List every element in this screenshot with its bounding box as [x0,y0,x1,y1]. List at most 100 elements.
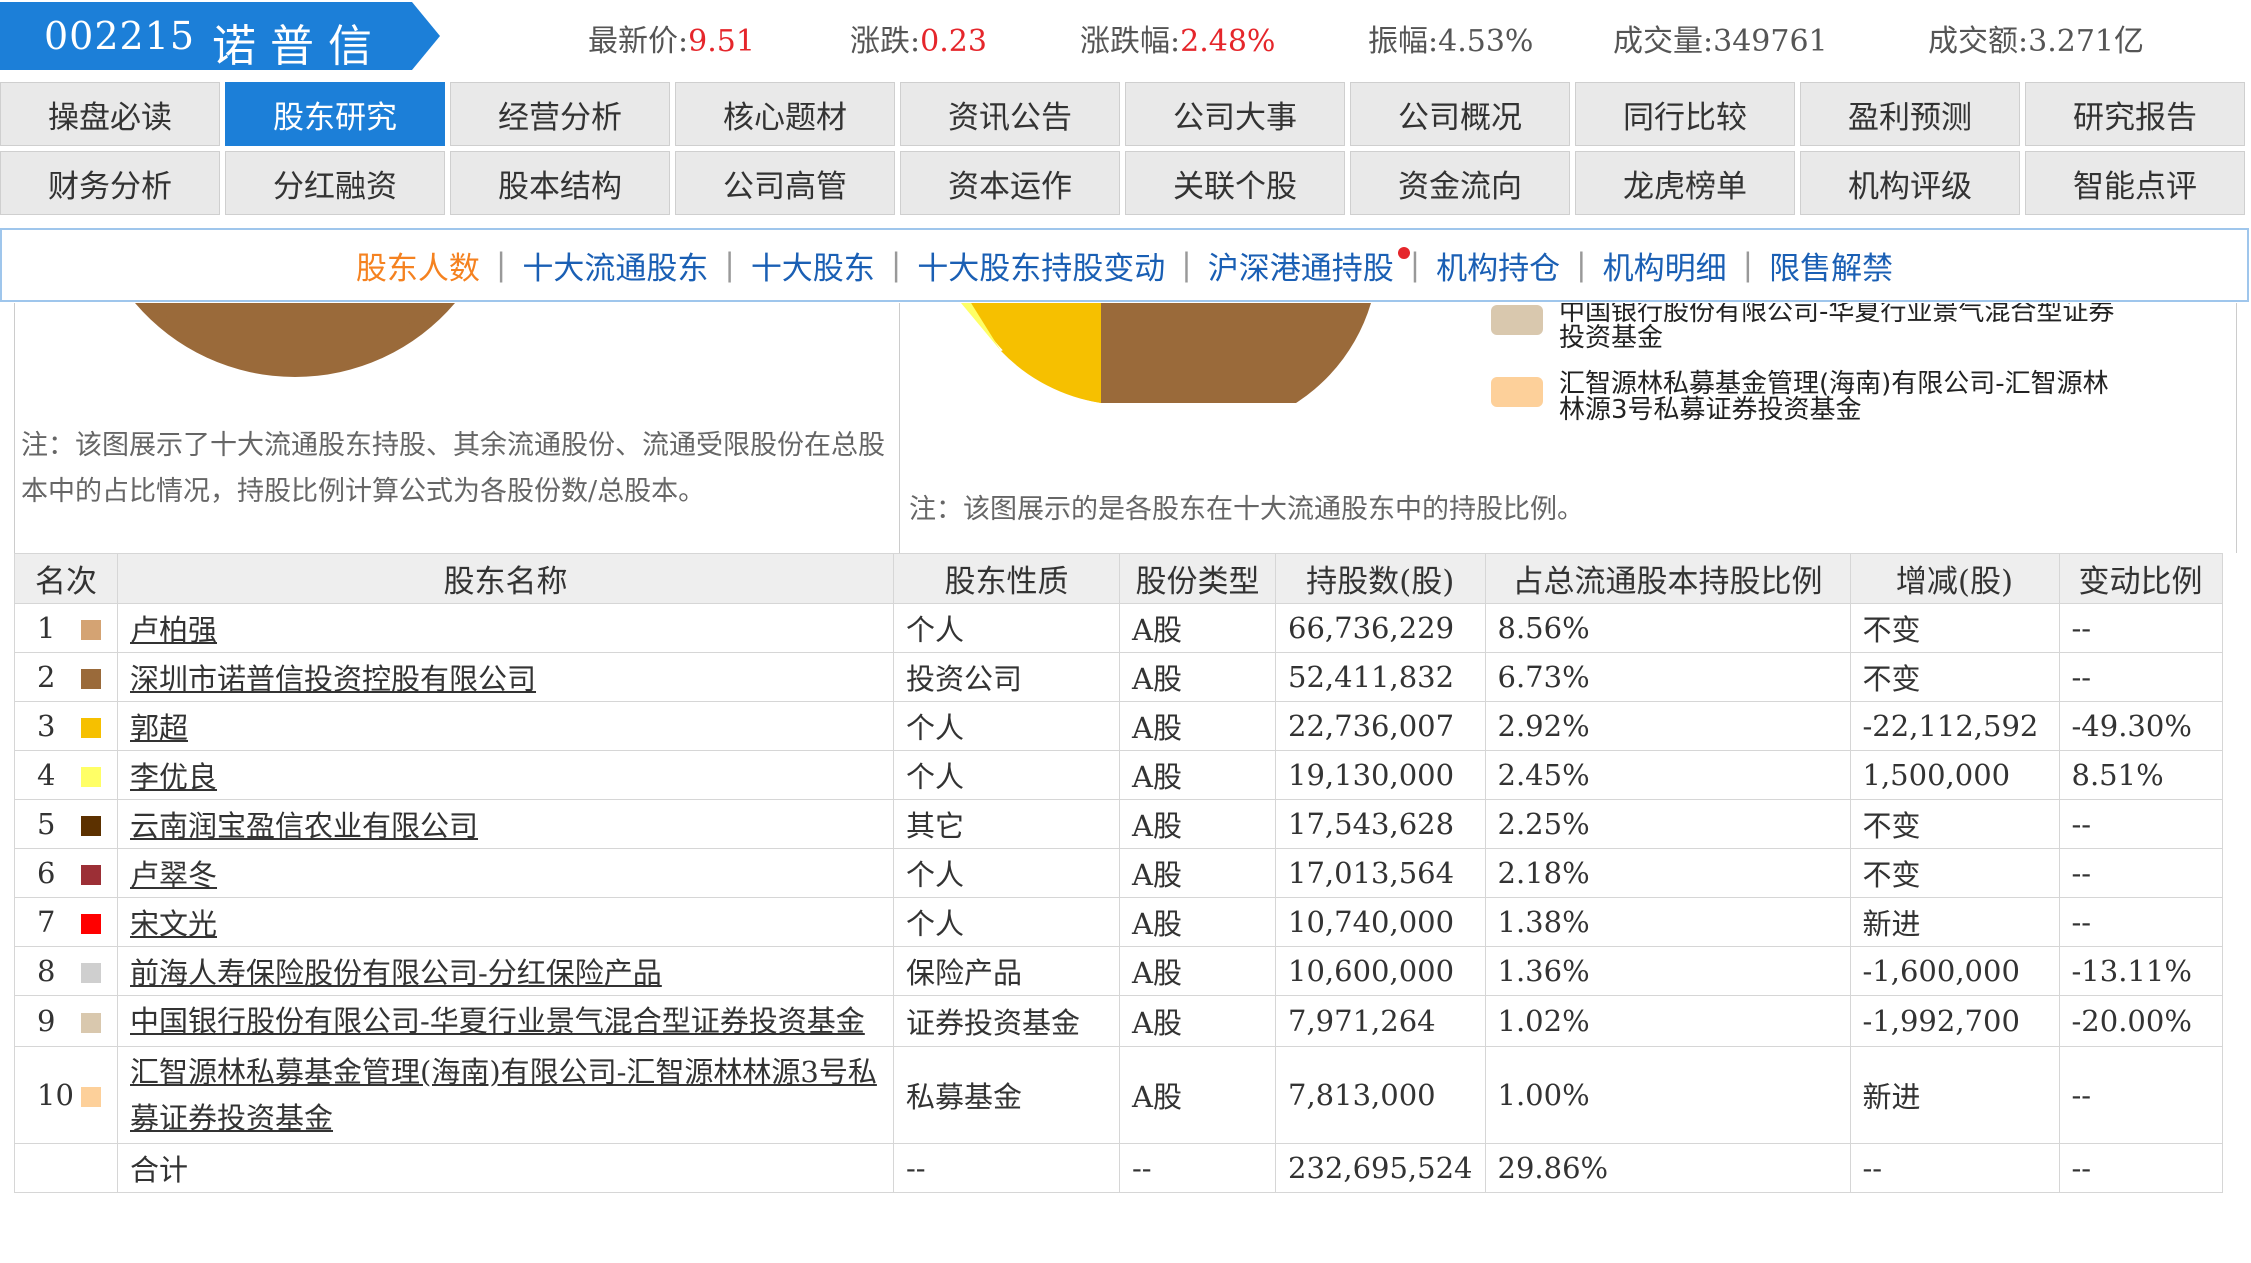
ratio-cell: 2.45% [1484,750,1851,800]
subnav-link[interactable]: 机构持仓 [1430,243,1566,288]
total-rank-cell [14,1143,118,1193]
holder-name-link[interactable]: 卢柏强 [130,613,217,647]
nav-tab[interactable]: 核心题材 [675,82,895,146]
nav-tab[interactable]: 资本运作 [900,151,1120,215]
nature-cell: 个人 [893,603,1120,653]
new-badge-dot [1397,246,1410,259]
subnav-link[interactable]: 十大股东持股变动 [911,243,1171,288]
subnav-link[interactable]: 十大股东 [745,243,881,288]
subnav-link[interactable]: 股东人数 [350,243,486,288]
subnav-link[interactable]: 限售解禁 [1763,243,1899,288]
nav-row-1: 操盘必读 股东研究 经营分析 核心题材 资讯公告 公司大事 公司概况 同行比较 盈利预测 研究报告 [0,82,2251,146]
nav-tab[interactable]: 公司大事 [1125,82,1345,146]
quote-value: 4.53% [1438,24,1534,59]
nav-tab[interactable]: 盈利预测 [1800,82,2020,146]
share-type-cell: A股 [1119,701,1276,751]
nav-tab[interactable]: 龙虎榜单 [1575,151,1795,215]
rank-number: 8 [37,954,56,988]
top10-float-pie-chart [961,303,1371,403]
nav-tab[interactable]: 智能点评 [2025,151,2245,215]
holder-name-link[interactable]: 深圳市诺普信投资控股有限公司 [130,662,536,696]
share-type-cell: A股 [1119,799,1276,849]
nav-tab[interactable]: 研究报告 [2025,82,2245,146]
quote-item: 成交额:3.271亿 [1928,16,2144,60]
quote-label: 成交额: [1928,24,2029,59]
nature-cell: 个人 [893,701,1120,751]
table-row: 7 宋文光 个人 A股 10,740,000 1.38% 新进 -- [14,897,2223,947]
holder-name-cell: 宋文光 [117,897,894,947]
holder-name-link[interactable]: 郭超 [130,711,188,745]
change-cell: 新进 [1849,1046,2060,1144]
shares-cell: 17,543,628 [1275,799,1486,849]
quote-label: 成交量: [1613,24,1714,59]
share-type-cell: A股 [1119,652,1276,702]
quote-label: 振幅: [1368,24,1439,59]
series-color-swatch [81,1087,101,1107]
nav-tab[interactable]: 公司概况 [1350,82,1570,146]
nav-tab[interactable]: 关联个股 [1125,151,1345,215]
shares-cell: 7,971,264 [1275,995,1486,1047]
subnav-link[interactable]: 机构明细 [1597,243,1733,288]
subnav-separator: | [495,247,507,283]
legend-item[interactable]: 中国银行股份有限公司-华夏行业景气混合型证券投资基金 [1491,303,2119,351]
quote-value: 9.51 [688,24,755,59]
nav-tab[interactable]: 股本结构 [450,151,670,215]
table-row: 2 深圳市诺普信投资控股有限公司 投资公司 A股 52,411,832 6.73% 不变 -- [14,652,2223,702]
change-cell: 1,500,000 [1849,750,2060,800]
nav-tab[interactable]: 分红融资 [225,151,445,215]
series-color-swatch [81,620,101,640]
holder-name-link[interactable]: 云南润宝盈信农业有限公司 [130,809,478,843]
nav-tab[interactable]: 经营分析 [450,82,670,146]
share-type-cell: A股 [1119,603,1276,653]
table-row: 1 卢柏强 个人 A股 66,736,229 8.56% 不变 -- [14,603,2223,653]
nav-tab[interactable]: 同行比较 [1575,82,1795,146]
table-row: 6 卢翠冬 个人 A股 17,013,564 2.18% 不变 -- [14,848,2223,898]
total-change-cell: -- [1849,1143,2060,1193]
subnav-link[interactable]: 十大流通股东 [516,243,714,288]
rank-cell: 3 [14,701,118,751]
total-type-cell: -- [1119,1143,1276,1193]
nav-tab[interactable]: 股东研究 [225,82,445,146]
holder-name-link[interactable]: 中国银行股份有限公司-华夏行业景气混合型证券投资基金 [130,1004,865,1038]
holder-name-cell: 李优良 [117,750,894,800]
table-row: 8 前海人寿保险股份有限公司-分红保险产品 保险产品 A股 10,600,000 1.36… [14,946,2223,996]
ratio-cell: 2.25% [1484,799,1851,849]
subnav-link[interactable]: 沪深港通持股 [1202,243,1410,288]
nav-tab[interactable]: 机构评级 [1800,151,2020,215]
share-type-cell: A股 [1119,1046,1276,1144]
subnav-separator: | [890,247,902,283]
holder-name-link[interactable]: 汇智源林私募基金管理(海南)有限公司-汇智源林林源3号私募证券投资基金 [130,1055,877,1135]
legend-label: 中国银行股份有限公司-华夏行业景气混合型证券投资基金 [1559,303,2115,353]
holder-name-link[interactable]: 宋文光 [130,907,217,941]
share-type-cell: A股 [1119,848,1276,898]
change-cell: 不变 [1849,799,2060,849]
holder-name-link[interactable]: 前海人寿保险股份有限公司-分红保险产品 [130,956,662,990]
quote-value: 2.48% [1180,24,1276,59]
nav-tab[interactable]: 资讯公告 [900,82,1120,146]
change-cell: -22,112,592 [1849,701,2060,751]
shares-cell: 10,600,000 [1275,946,1486,996]
total-row: 合计 -- -- 232,695,524 29.86% -- -- [14,1143,2223,1193]
series-color-swatch [81,718,101,738]
legend-item[interactable]: 汇智源林私募基金管理(海南)有限公司-汇智源林林源3号私募证券投资基金 [1491,371,2119,423]
ratio-cell: 2.18% [1484,848,1851,898]
nav-tab[interactable]: 操盘必读 [0,82,220,146]
quote-label: 涨跌: [850,24,921,59]
total-ratio-cell: 29.86% [1484,1143,1851,1193]
holder-name-cell: 卢翠冬 [117,848,894,898]
holder-name-cell: 汇智源林私募基金管理(海南)有限公司-汇智源林林源3号私募证券投资基金 [117,1046,894,1144]
holder-name-link[interactable]: 卢翠冬 [130,858,217,892]
rank-number: 7 [37,905,56,939]
holder-name-link[interactable]: 李优良 [130,760,217,794]
total-nature-cell: -- [893,1143,1120,1193]
nav-tab[interactable]: 资金流向 [1350,151,1570,215]
rank-cell: 5 [14,799,118,849]
nav-tab[interactable]: 财务分析 [0,151,220,215]
th-ratio: 占总流通股本持股比例 [1484,553,1851,604]
rank-cell: 2 [14,652,118,702]
nav-tab[interactable]: 公司高管 [675,151,895,215]
chart-panels: 注：该图展示了十大流通股东持股、其余流通股份、流通受限股份在总股本中的占比情况，… [14,303,2237,553]
th-change: 增减(股) [1849,553,2060,604]
rank-cell: 6 [14,848,118,898]
total-shares-cell: 232,695,524 [1275,1143,1486,1193]
